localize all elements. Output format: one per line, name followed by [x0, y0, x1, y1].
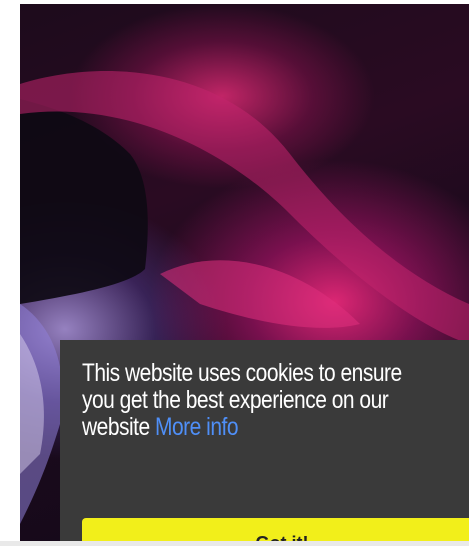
page: This website uses cookies to ensure you …: [0, 0, 469, 546]
more-info-link[interactable]: More info: [155, 413, 239, 441]
cookie-banner: This website uses cookies to ensure you …: [60, 340, 469, 546]
bottom-edge: [0, 541, 469, 546]
cookie-message-prefix: website: [82, 413, 156, 441]
cookie-message-line: website More info: [82, 414, 410, 441]
cookie-message-line: you get the best experience on our: [82, 386, 389, 414]
cookie-message-line: This website uses cookies to ensure: [82, 359, 402, 387]
cookie-message: This website uses cookies to ensure you …: [82, 360, 410, 441]
